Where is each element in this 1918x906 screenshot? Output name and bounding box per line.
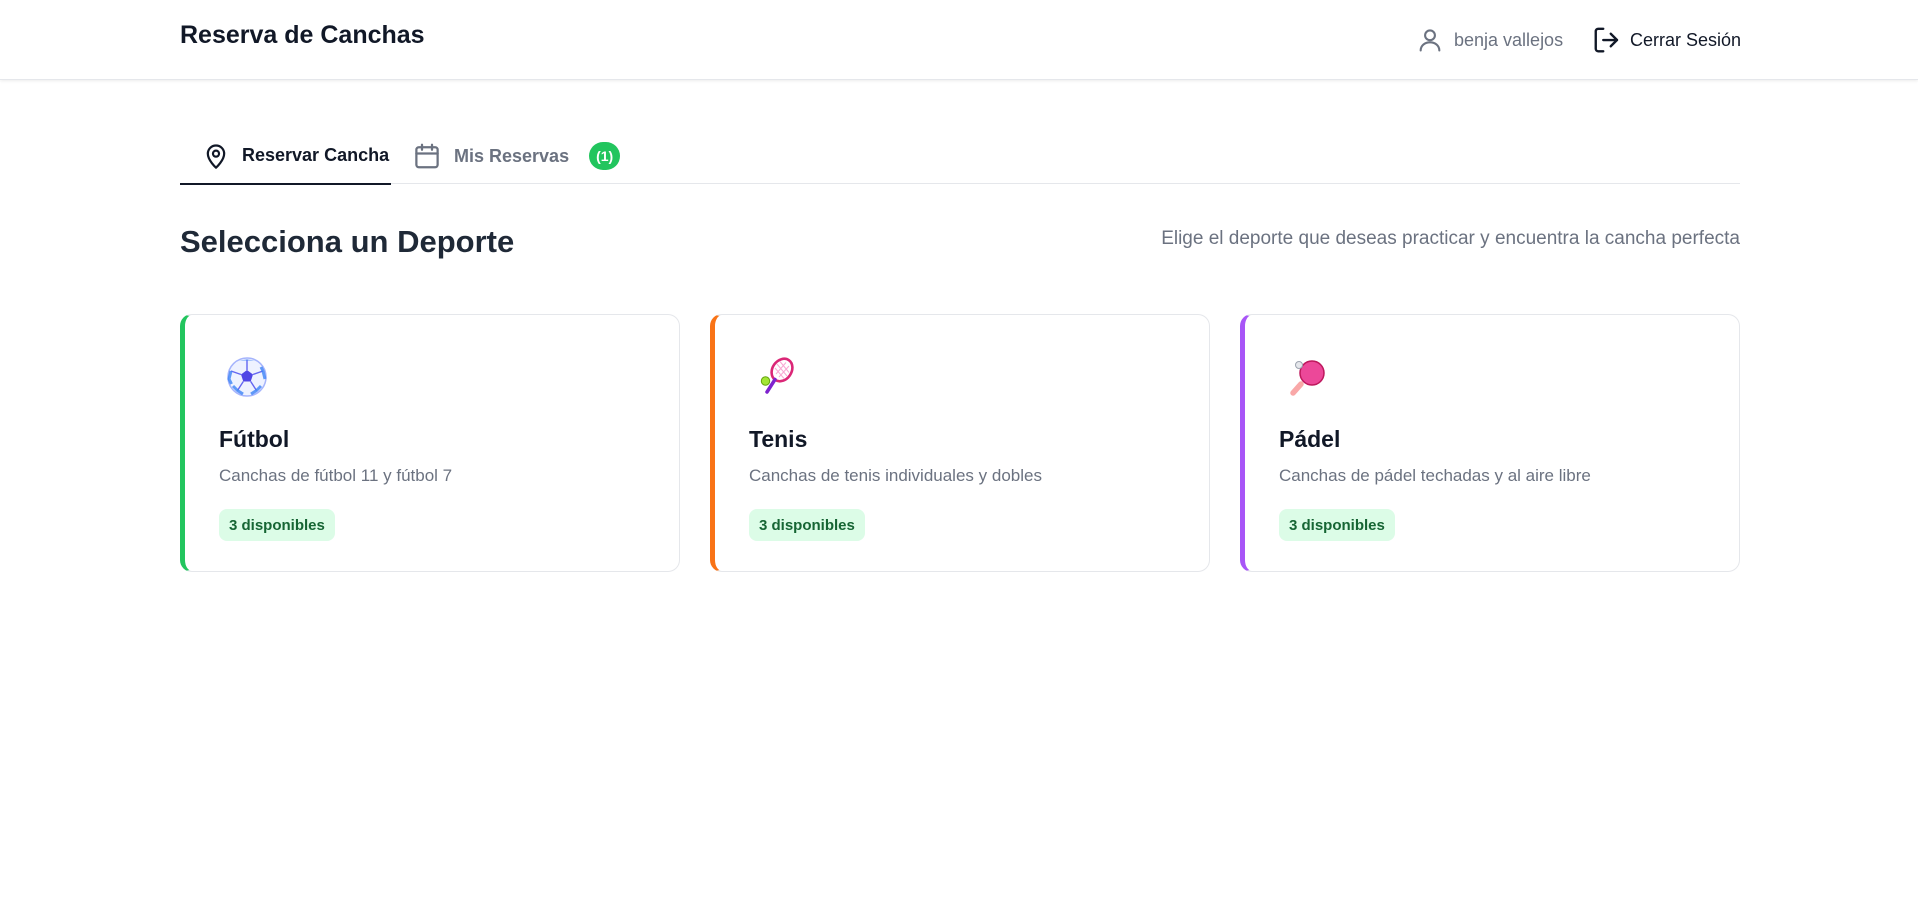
user-icon	[1416, 25, 1444, 55]
map-pin-icon	[202, 141, 230, 171]
sport-name: Fútbol	[219, 426, 290, 452]
sport-cards: Fútbol Canchas de fútbol 11 y fútbol 7 3…	[180, 314, 1740, 572]
user-name: benja vallejos	[1454, 29, 1564, 50]
tab-label: Reservar Cancha	[242, 145, 390, 165]
sport-card-padel[interactable]: Pádel Canchas de pádel techadas y al air…	[1240, 314, 1740, 572]
user-info: benja vallejos	[1416, 24, 1563, 56]
sport-card-futbol[interactable]: Fútbol Canchas de fútbol 11 y fútbol 7 3…	[180, 314, 680, 572]
availability-badge: 3 disponibles	[749, 509, 865, 541]
reservations-count-badge: (1)	[589, 142, 621, 170]
sport-name: Pádel	[1279, 426, 1341, 452]
sport-name: Tenis	[749, 426, 808, 452]
app-title: Reserva de Canchas	[180, 21, 425, 49]
paddle-icon	[1285, 355, 1329, 399]
page-title: Selecciona un Deporte	[180, 224, 515, 259]
sport-description: Canchas de tenis individuales y dobles	[749, 466, 1042, 485]
availability-badge: 3 disponibles	[1279, 509, 1395, 541]
sport-description: Canchas de fútbol 11 y fútbol 7	[219, 466, 453, 485]
sport-card-tenis[interactable]: Tenis Canchas de tenis individuales y do…	[710, 314, 1210, 572]
tab-bar: Reservar Cancha Mis Reservas (1)	[180, 128, 1740, 185]
tennis-racket-icon	[755, 355, 799, 399]
top-header: Reserva de Canchas benja vallejos Cerrar…	[0, 0, 1918, 80]
soccer-ball-icon	[225, 355, 269, 399]
tab-reservar-cancha[interactable]: Reservar Cancha	[180, 128, 391, 185]
sport-description: Canchas de pádel techadas y al aire libr…	[1279, 466, 1591, 485]
logout-label: Cerrar Sesión	[1630, 29, 1742, 50]
logout-icon	[1592, 25, 1622, 55]
page-subtitle: Elige el deporte que deseas practicar y …	[1161, 228, 1740, 249]
calendar-icon	[412, 141, 442, 171]
logout-button[interactable]: Cerrar Sesión	[1592, 24, 1741, 56]
availability-badge: 3 disponibles	[219, 509, 335, 541]
tab-mis-reservas[interactable]: Mis Reservas (1)	[412, 128, 621, 184]
tab-label: Mis Reservas	[454, 145, 570, 166]
